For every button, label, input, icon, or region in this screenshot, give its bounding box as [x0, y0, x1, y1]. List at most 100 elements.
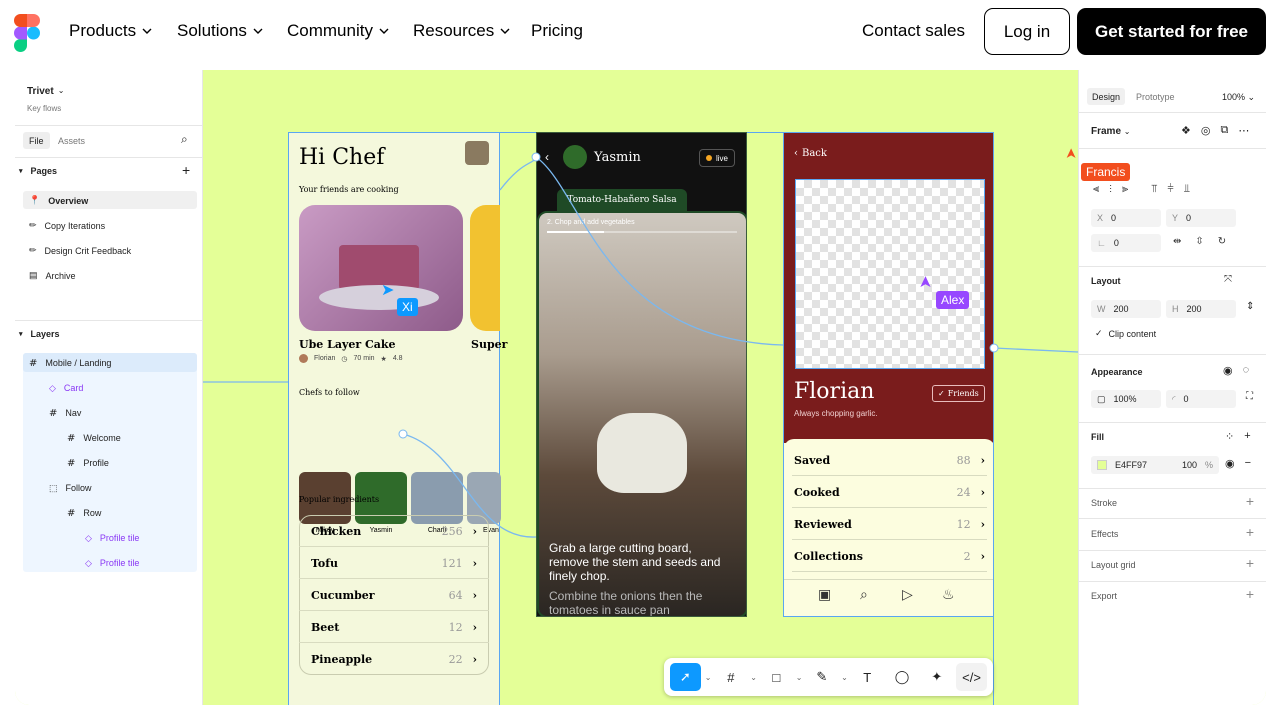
nav-products[interactable]: Products — [69, 21, 152, 41]
frame-type-label: Frame — [1091, 126, 1122, 137]
layer-item[interactable]: # Nav — [49, 404, 81, 422]
opacity-field[interactable]: ▢ 100% — [1091, 390, 1161, 408]
layer-item[interactable]: # Row — [67, 504, 101, 522]
nav-solutions[interactable]: Solutions — [177, 21, 263, 41]
appearance-actions: ◉ ◌ — [1223, 364, 1249, 377]
clip-content-toggle[interactable]: ✓ Clip content — [1095, 328, 1156, 339]
radius-field[interactable]: ◜ 0 — [1166, 390, 1236, 408]
rotate-icon[interactable]: ↻ — [1218, 236, 1226, 247]
opacity-value: 100% — [1113, 394, 1137, 404]
nav-resources[interactable]: Resources — [413, 21, 510, 41]
layer-item[interactable]: # Profile — [67, 454, 109, 472]
figma-logo[interactable] — [14, 14, 40, 52]
component-icon: ◇ — [85, 557, 92, 568]
mask-icon[interactable]: ◎ — [1201, 124, 1211, 137]
tab-file[interactable]: File — [23, 132, 50, 149]
pencil-icon: ✏ — [29, 245, 37, 255]
layer-item[interactable]: ◇ Profile tile — [85, 554, 139, 572]
actions-tool-icon[interactable]: ✦ — [921, 663, 952, 691]
layer-item[interactable]: ◇ Profile tile — [85, 529, 139, 547]
tab-design[interactable]: Design — [1087, 88, 1126, 105]
auto-layout-icon[interactable]: ⤧ — [1224, 274, 1232, 285]
chevron-down-icon — [500, 28, 510, 34]
comment-tool-icon[interactable]: ◯ — [887, 663, 918, 691]
styles-icon[interactable]: ⁘ — [1225, 430, 1234, 443]
figma-app-window: Hi Chef Your friends are cooking Ube Lay… — [15, 70, 1266, 705]
text-tool-icon[interactable]: T — [852, 663, 883, 691]
constrain-proportions-icon[interactable]: ⇕ — [1246, 301, 1254, 312]
chevron-down-icon — [142, 28, 152, 34]
chevron-down-icon[interactable]: ⌄ — [841, 673, 848, 682]
eye-icon[interactable]: ◉ — [1223, 364, 1233, 377]
get-started-button[interactable]: Get started for free — [1077, 8, 1266, 55]
layers-header[interactable]: ▾ Layers — [19, 329, 60, 339]
transform-actions: ⇹ ⇳ ↻ — [1173, 236, 1226, 247]
page-item-design-crit[interactable]: ✏ Design Crit Feedback — [29, 245, 131, 256]
page-item-overview[interactable]: 📍 Overview — [29, 195, 88, 206]
w-field-label: W — [1097, 304, 1106, 314]
add-stroke-icon[interactable]: + — [1246, 493, 1254, 509]
fill-actions: ⁘ + — [1225, 430, 1251, 443]
add-effect-icon[interactable]: + — [1246, 524, 1254, 540]
check-icon: ✓ — [1095, 328, 1103, 338]
blend-icon[interactable]: ◌ — [1243, 364, 1250, 377]
layer-label: Mobile / Landing — [45, 358, 112, 368]
x-field[interactable]: X0 — [1091, 209, 1161, 227]
page-label: Copy Iterations — [44, 220, 106, 231]
height-field[interactable]: H 200 — [1166, 300, 1236, 318]
chevron-down-icon[interactable]: ⌄ — [796, 673, 803, 682]
rotation-icon: ∟ — [1097, 238, 1106, 248]
nav-community[interactable]: Community — [287, 21, 389, 41]
layer-item[interactable]: # Mobile / Landing — [29, 354, 111, 372]
rectangle-tool-icon[interactable]: □ — [761, 663, 792, 691]
y-field[interactable]: Y0 — [1166, 209, 1236, 227]
login-button[interactable]: Log in — [984, 8, 1070, 55]
connector-line — [993, 347, 1078, 353]
width-field[interactable]: W 200 — [1091, 300, 1161, 318]
fill-color-field[interactable]: E4FF97 100% — [1091, 456, 1219, 474]
divider — [1079, 266, 1266, 267]
minus-icon[interactable]: − — [1245, 457, 1251, 470]
layer-item[interactable]: ◇ Card — [49, 379, 83, 397]
tab-assets[interactable]: Assets — [58, 136, 85, 146]
add-page-icon[interactable]: + — [182, 162, 190, 178]
component-icon[interactable]: ❖ — [1181, 124, 1191, 137]
design-canvas[interactable]: Hi Chef Your friends are cooking Ube Lay… — [203, 70, 1078, 705]
flip-horizontal-icon[interactable]: ⇹ — [1173, 236, 1181, 247]
pin-icon: 📍 — [29, 195, 41, 205]
independent-corners-icon[interactable]: ⛶ — [1246, 391, 1253, 402]
y-field-label: Y — [1172, 213, 1179, 223]
page-item-copy-iterations[interactable]: ✏ Copy Iterations — [29, 220, 105, 231]
chevron-down-icon[interactable]: ⌄ — [750, 673, 757, 682]
search-icon[interactable]: ⌕ — [181, 132, 188, 147]
more-icon[interactable]: ⋯ — [1238, 124, 1249, 137]
tab-prototype[interactable]: Prototype — [1136, 92, 1175, 102]
alignment-controls[interactable]: ⫷⫶⫸ ⫪⫩⫫ — [1093, 183, 1200, 196]
frame-tool-icon[interactable]: # — [715, 663, 746, 691]
chevron-down-icon: ⌄ — [57, 86, 65, 95]
divider — [15, 157, 203, 158]
chevron-down-icon[interactable]: ⌄ — [705, 673, 712, 682]
add-export-icon[interactable]: + — [1246, 586, 1254, 602]
flip-vertical-icon[interactable]: ⇳ — [1195, 236, 1203, 247]
frame-type[interactable]: Frame ⌄ — [1091, 126, 1131, 137]
fill-swatch[interactable] — [1097, 460, 1107, 470]
eye-icon[interactable]: ◉ — [1225, 457, 1235, 470]
pages-header[interactable]: ▾ Pages — [19, 166, 57, 176]
nav-pricing[interactable]: Pricing — [531, 21, 583, 41]
rotation-field[interactable]: ∟ 0 — [1091, 234, 1161, 252]
move-tool-icon[interactable]: ➚ — [670, 663, 701, 691]
pen-tool-icon[interactable]: ✎ — [806, 663, 837, 691]
layer-item[interactable]: # Welcome — [67, 429, 121, 447]
add-layout-grid-icon[interactable]: + — [1246, 555, 1254, 571]
boolean-icon[interactable]: ⧉ — [1220, 124, 1228, 137]
add-icon[interactable]: + — [1244, 430, 1250, 443]
layer-item[interactable]: ⬚ Follow — [49, 479, 92, 497]
dev-mode-icon[interactable]: </> — [956, 663, 987, 691]
contact-sales-link[interactable]: Contact sales — [862, 21, 965, 41]
file-name[interactable]: Trivet ⌄ — [27, 86, 64, 97]
zoom-level[interactable]: 100% ⌄ — [1222, 92, 1255, 103]
page-item-archive[interactable]: ▤ Archive — [29, 270, 76, 281]
opacity-icon: ▢ — [1097, 393, 1106, 404]
fill-percent-sign: % — [1204, 460, 1213, 470]
